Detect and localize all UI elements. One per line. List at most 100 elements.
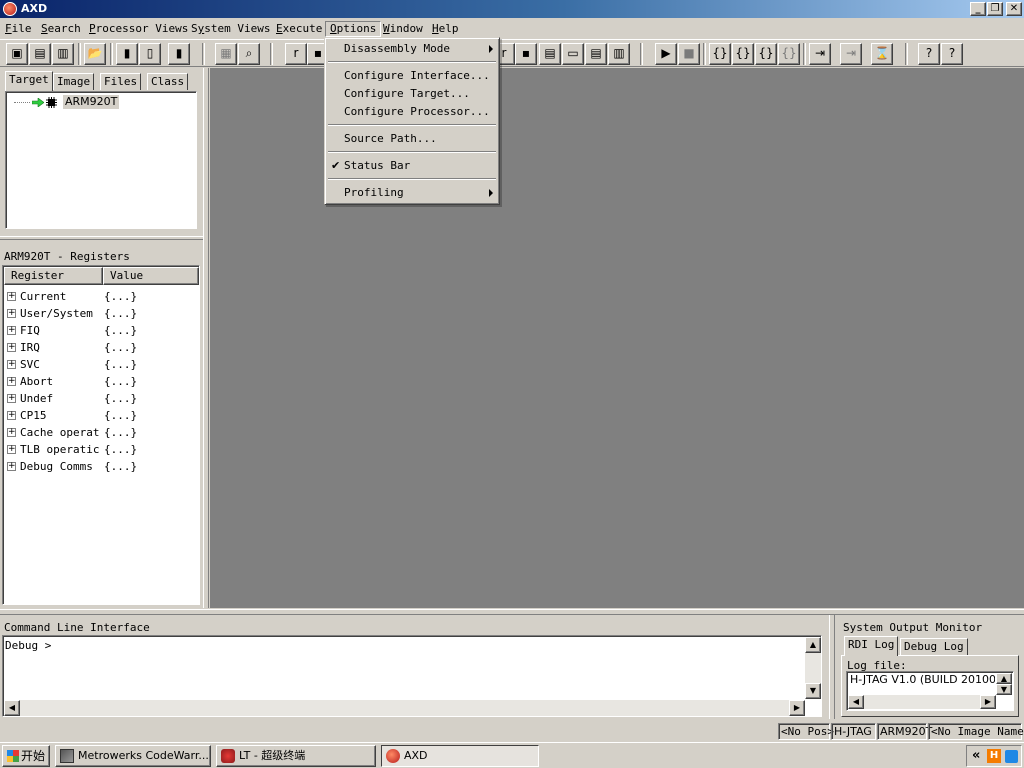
save-icon[interactable]: ▮ [116,43,138,65]
paste-icon[interactable]: ▮ [168,43,190,65]
console-view-icon[interactable]: ▭ [562,43,584,65]
output-splitter[interactable] [829,615,835,719]
start-button[interactable]: 开始 [2,745,50,767]
scroll-down-icon[interactable]: ▼ [996,684,1012,695]
menu-window[interactable]: Window [379,21,427,37]
expand-plus-icon[interactable]: + [7,428,16,437]
load-session-icon[interactable]: ▥ [52,43,74,65]
menu-configure-interface[interactable]: Configure Interface... [344,68,490,84]
column-register[interactable]: Register [4,267,103,285]
menu-system-views[interactable]: System Views [187,21,274,37]
taskbar-item-axd[interactable]: AXD [381,745,539,767]
expand-plus-icon[interactable]: + [7,445,16,454]
menu-item-label: Profiling [344,186,404,199]
taskbar-item-hyperterminal[interactable]: LT - 超级终端 [216,745,376,767]
menu-file-key: F [5,22,12,35]
bottom-splitter[interactable] [0,609,1024,615]
menu-configure-processor[interactable]: Configure Processor... [344,104,490,120]
toolbar-separator [803,43,806,65]
tray-expand-icon[interactable]: « [972,748,980,763]
log-horizontal-scrollbar[interactable]: ◀ ▶ [848,695,996,709]
scroll-right-icon[interactable]: ▶ [789,700,805,716]
tab-rdi-log[interactable]: RDI Log [844,636,899,656]
open-file-icon[interactable]: 📂 [84,43,106,65]
column-value[interactable]: Value [103,267,199,285]
scroll-up-icon[interactable]: ▲ [805,637,821,653]
expand-plus-icon[interactable]: + [7,326,16,335]
scroll-left-icon[interactable]: ◀ [4,700,20,716]
register-name: FIQ [20,324,40,337]
expand-plus-icon[interactable]: + [7,292,16,301]
menu-search[interactable]: Search [37,21,85,37]
expand-plus-icon[interactable]: + [7,360,16,369]
menu-file[interactable]: File [1,21,36,37]
scroll-up-icon[interactable]: ▲ [996,673,1012,684]
menu-profiling[interactable]: Profiling [344,185,404,201]
hourglass-icon[interactable]: ⌛ [871,43,893,65]
menu-source-path[interactable]: Source Path... [344,131,437,147]
expand-plus-icon[interactable]: + [7,309,16,318]
step-icon[interactable]: {} [732,43,754,65]
run-to-cursor-icon[interactable]: {} [778,43,800,65]
go-icon[interactable]: ▶ [655,43,677,65]
register-value: {...} [104,307,138,320]
find-icon[interactable]: ⌕ [238,43,260,65]
cli-prompt[interactable]: Debug > [5,639,51,652]
tab-debug-log[interactable]: Debug Log [900,638,968,655]
taskbar-item-codewarrior[interactable]: Metrowerks CodeWarr... [55,745,211,767]
help-icon[interactable]: ? [918,43,940,65]
menu-help[interactable]: Help [428,21,463,37]
expand-plus-icon[interactable]: + [7,394,16,403]
expand-plus-icon[interactable]: + [7,411,16,420]
context-help-icon[interactable]: ? [941,43,963,65]
menu-execute[interactable]: Execute [272,21,326,37]
menu-status-bar[interactable]: Status Bar [344,158,410,174]
title-bar[interactable]: AXD _ ❐ ✕ [0,0,1024,18]
register-value: {...} [104,375,138,388]
minimize-icon[interactable]: _ [970,2,986,16]
tab-files[interactable]: Files [100,73,142,90]
command-line-panel[interactable]: Debug > ▲ ▼ ◀ ▶ [2,635,822,717]
tab-image[interactable]: Image [53,73,95,90]
stop-icon[interactable]: ■ [678,43,700,65]
tab-target[interactable]: Target [5,71,53,91]
load-image-icon[interactable]: ▣ [6,43,28,65]
reload-image-icon[interactable]: ▤ [29,43,51,65]
scroll-right-icon[interactable]: ▶ [980,695,996,709]
log-text-box[interactable]: H-JTAG V1.0 (BUILD 2010012 ▲ ▼ ◀ ▶ [846,671,1014,711]
register-name: Abort [20,375,54,388]
copy-icon[interactable]: ▯ [139,43,161,65]
menu-disassembly-mode[interactable]: Disassembly Mode [344,41,450,57]
menu-separator [328,61,496,63]
toggle-watchpoint-icon[interactable]: ⇥ [840,43,862,65]
watch-view-icon[interactable]: ▤ [585,43,607,65]
step-in-icon[interactable]: {} [709,43,731,65]
cli-vertical-scrollbar[interactable]: ▲ ▼ [805,637,821,699]
tree-splitter[interactable] [0,236,205,240]
network-tray-icon[interactable] [1005,750,1018,763]
source-view-icon[interactable]: ▤ [539,43,561,65]
step-out-icon[interactable]: {} [755,43,777,65]
expand-plus-icon[interactable]: + [7,343,16,352]
restore-icon[interactable]: ❐ [987,2,1003,16]
scroll-left-icon[interactable]: ◀ [848,695,864,709]
variables-view-icon[interactable]: ▥ [608,43,630,65]
toolbar-separator [703,43,706,65]
menu-configure-target[interactable]: Configure Target... [344,86,470,102]
tab-class[interactable]: Class [147,73,189,90]
scroll-down-icon[interactable]: ▼ [805,683,821,699]
workspace-splitter[interactable] [203,68,209,608]
expand-plus-icon[interactable]: + [7,377,16,386]
registers-view-icon[interactable]: r [285,43,307,65]
log-vertical-scrollbar[interactable]: ▲ ▼ [996,673,1012,695]
toggle-breakpoint-icon[interactable]: ⇥ [809,43,831,65]
app-icon [3,2,17,16]
disassembly-view-icon[interactable]: ▪ [515,43,537,65]
menu-processor-views[interactable]: Processor Views [85,21,192,37]
hjtag-tray-icon[interactable]: H [987,749,1001,763]
print-icon[interactable]: ▦ [215,43,237,65]
close-icon[interactable]: ✕ [1006,2,1022,16]
menu-options[interactable]: Options [325,21,382,37]
expand-plus-icon[interactable]: + [7,462,16,471]
cli-horizontal-scrollbar[interactable]: ◀ ▶ [4,700,805,716]
